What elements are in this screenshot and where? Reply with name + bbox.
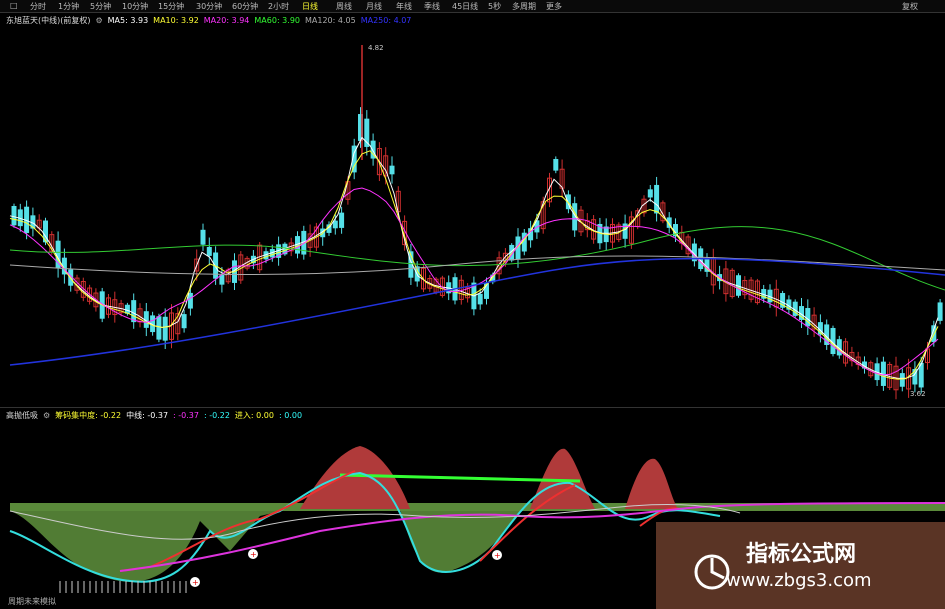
plus-marker-glyph: + xyxy=(250,550,257,559)
toolbar-item-11[interactable]: 月线 xyxy=(366,1,382,12)
bottom-label: 周期未来模拟 xyxy=(8,597,56,606)
toolbar-item-1[interactable]: 分时 xyxy=(30,1,46,12)
toolbar-item-13[interactable]: 季线 xyxy=(424,1,440,12)
candle-body xyxy=(219,274,225,285)
sub-legend-item-0: 筹码集中度: -0.22 xyxy=(55,411,122,420)
sub-legend-item-5: : 0.00 xyxy=(278,411,303,420)
toolbar-item-15[interactable]: 5秒 xyxy=(488,1,501,12)
toolbar-item-9[interactable]: 日线 xyxy=(302,1,318,12)
watermark-title: 指标公式网 xyxy=(746,542,857,567)
sub-legend-item-4: 进入: 0.00 xyxy=(234,411,274,420)
red-peak xyxy=(625,458,678,509)
candlestick-chart[interactable] xyxy=(0,20,945,415)
ma250-line xyxy=(9,257,945,366)
high-price-label: 4.82 xyxy=(368,44,384,52)
candle-body xyxy=(654,184,660,214)
candle-body xyxy=(553,158,559,171)
candle-body xyxy=(647,189,653,198)
candle-body xyxy=(156,316,162,340)
ma5-line xyxy=(9,136,939,379)
candle-body xyxy=(477,293,483,305)
toolbar-item-4[interactable]: 10分钟 xyxy=(122,1,148,12)
sub-legend-item-3: : -0.22 xyxy=(203,411,230,420)
candle-body xyxy=(899,373,905,387)
plus-marker-glyph: + xyxy=(192,578,199,587)
candle-body xyxy=(332,220,338,229)
candle-body xyxy=(937,302,943,321)
candle-body xyxy=(131,300,137,323)
sub-legend-item-1: 中线: -0.37 xyxy=(126,411,169,420)
candle-body xyxy=(389,165,395,175)
toolbar-item-16[interactable]: 多周期 xyxy=(512,1,536,12)
toolbar-item-6[interactable]: 30分钟 xyxy=(196,1,222,12)
watermark: 指标公式网 www.zbgs3.com xyxy=(656,522,945,609)
candle-body xyxy=(162,316,168,341)
toolbar-item-5[interactable]: 15分钟 xyxy=(158,1,184,12)
low-price-label: 3.62 xyxy=(910,390,926,398)
candle-body xyxy=(11,205,17,226)
candle-body xyxy=(206,246,212,256)
candle-body xyxy=(200,229,206,245)
indicator-legend: 高抛低吸 ⚙ 筹码集中度: -0.22 中线: -0.37 : -0.37 : -0.22… xyxy=(6,410,307,421)
toolbar-item-0[interactable]: □ xyxy=(10,1,18,10)
candles xyxy=(11,107,943,400)
toolbar-item-12[interactable]: 年线 xyxy=(396,1,412,12)
toolbar-item-3[interactable]: 5分钟 xyxy=(90,1,111,12)
toolbar-item-2[interactable]: 1分钟 xyxy=(58,1,79,12)
candle-body xyxy=(339,212,345,228)
period-toolbar: □ 分时 1分钟 5分钟 10分钟 15分钟 30分钟 60分钟 2小时 日线 周线 月线 年线 季线 45… xyxy=(0,0,945,13)
toolbar-fuquan-button[interactable]: 复权 xyxy=(902,1,918,12)
toolbar-item-17[interactable]: 更多 xyxy=(546,1,562,12)
toolbar-item-14[interactable]: 45日线 xyxy=(452,1,478,12)
toolbar-item-7[interactable]: 60分钟 xyxy=(232,1,258,12)
sub-legend-title: 高抛低吸 xyxy=(6,411,38,420)
sub-legend-item-2: : -0.37 xyxy=(173,411,199,420)
toolbar-item-8[interactable]: 2小时 xyxy=(268,1,289,12)
panel-divider[interactable] xyxy=(0,407,945,408)
plus-marker-glyph: + xyxy=(494,551,501,560)
candle-body xyxy=(181,314,187,329)
ma60-line xyxy=(9,226,945,291)
toolbar-item-10[interactable]: 周线 xyxy=(336,1,352,12)
ma10-line xyxy=(9,150,939,380)
watermark-url: www.zbgs3.com xyxy=(726,570,872,591)
candle-body xyxy=(124,304,130,314)
gear-icon[interactable]: ⚙ xyxy=(43,411,50,420)
candle-body xyxy=(187,292,193,309)
